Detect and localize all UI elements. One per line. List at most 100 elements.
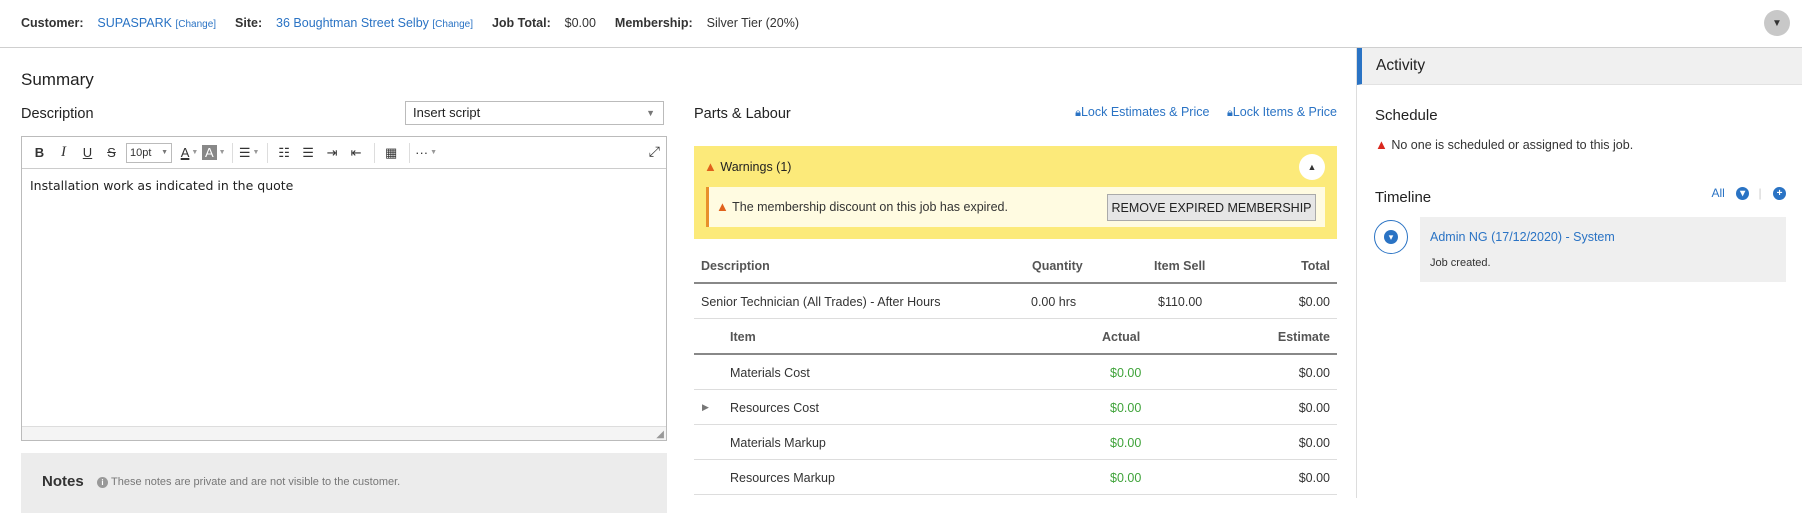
description-editor[interactable]: B I U S 10pt ▼ A ▼ A ▼ ☰ ▼ ☷ ☰ ⇥ ⇤ ▦ ··· ▼ ⤢…	[21, 136, 667, 441]
font-size-select[interactable]: 10pt ▼	[126, 142, 172, 163]
col-description: Description	[701, 259, 770, 273]
sub-item: Materials Markup	[730, 436, 826, 450]
text-color-button[interactable]: A ▼	[178, 142, 201, 164]
bullet-list-button[interactable]: ☷	[273, 142, 296, 164]
timeline-entry: Admin NG (17/12/2020) - System Job creat…	[1420, 217, 1786, 282]
col-actual: Actual	[1102, 330, 1141, 344]
table-row[interactable]: Senior Technician (All Trades) - After H…	[694, 284, 1337, 319]
fullscreen-icon[interactable]: ⤢	[649, 143, 660, 160]
timeline-node: ▾	[1374, 220, 1408, 254]
align-left-icon: ☰	[238, 144, 251, 160]
sub-actual: $0.00	[1110, 401, 1142, 415]
warnings-title: Warnings (1)	[720, 160, 792, 174]
sub-actual: $0.00	[1110, 366, 1142, 380]
membership-label: Membership:	[614, 16, 693, 30]
insert-script-value: Insert script	[413, 105, 481, 120]
job-total-value: $0.00	[564, 16, 596, 30]
italic-button[interactable]: I	[52, 142, 75, 164]
timeline-filter-all[interactable]: All	[1712, 186, 1725, 200]
warning-icon: ▲	[1375, 137, 1388, 152]
header-collapse-button[interactable]: ▼	[1764, 10, 1790, 36]
lock-estimates-label: Lock Estimates & Price	[1080, 105, 1210, 119]
background-color-icon: A	[202, 145, 217, 160]
line-description: Senior Technician (All Trades) - After H…	[701, 295, 941, 309]
bullet-list-icon: ☷	[278, 144, 290, 160]
activity-header: Activity	[1357, 48, 1802, 85]
notes-title: Notes	[42, 473, 84, 490]
sub-estimate: $0.00	[1298, 366, 1330, 380]
sub-item: Materials Cost	[730, 366, 810, 380]
font-size-value: 10pt	[130, 146, 152, 159]
add-icon[interactable]: +	[1773, 187, 1786, 201]
notes-hint: i These notes are private and are not vis…	[97, 476, 400, 488]
sub-actual: $0.00	[1110, 436, 1142, 450]
lock-estimates-link[interactable]: 🔒︎Lock Estimates & Price	[1075, 105, 1209, 119]
strikethrough-button[interactable]: S	[100, 142, 123, 164]
timeline-entry-author[interactable]: Admin NG (17/12/2020) - System	[1430, 230, 1615, 244]
line-item-sell: $110.00	[1158, 295, 1203, 309]
sub-actual: $0.00	[1110, 471, 1142, 485]
warning-item: ▲ The membership discount on this job ha…	[706, 187, 1325, 227]
notes-panel: Notes i These notes are private and are n…	[21, 453, 667, 513]
background-color-button[interactable]: A ▼	[202, 142, 226, 164]
site-link[interactable]: 36 Boughtman Street Selby	[276, 16, 429, 30]
editor-content[interactable]: Installation work as indicated in the qu…	[22, 169, 666, 202]
job-info: Customer: SUPASPARK [Change] Site: 36 Bo…	[21, 16, 799, 30]
col-estimate: Estimate	[1277, 330, 1330, 344]
timeline-controls: All ▾ | +	[1712, 186, 1786, 201]
lock-items-label: Lock Items & Price	[1232, 105, 1337, 119]
activity-panel: Activity Schedule ▲ No one is scheduled …	[1356, 48, 1802, 498]
parts-labour-table: Description Quantity Item Sell Total Sen…	[694, 248, 1337, 495]
activity-title: Activity	[1376, 57, 1426, 74]
info-icon: i	[97, 477, 108, 488]
warnings-panel: ▲ Warnings (1) ▲ ▲ The membership discou…	[694, 146, 1337, 239]
warnings-collapse-button[interactable]: ▲	[1299, 154, 1325, 180]
indent-button[interactable]: ⇥	[321, 142, 344, 164]
bold-button[interactable]: B	[28, 142, 51, 164]
notes-hint-text: These notes are private and are not visi…	[111, 476, 401, 488]
outdent-button[interactable]: ⇤	[345, 142, 368, 164]
schedule-message: ▲ No one is scheduled or assigned to thi…	[1375, 137, 1633, 152]
schedule-title: Schedule	[1375, 107, 1438, 124]
customer-link[interactable]: SUPASPARK	[97, 16, 172, 30]
expand-icon[interactable]: ▶	[702, 402, 709, 413]
summary-title: Summary	[21, 70, 94, 89]
remove-expired-membership-button[interactable]: REMOVE EXPIRED MEMBERSHIP	[1107, 194, 1316, 221]
more-button[interactable]: ··· ▼	[415, 142, 438, 164]
col-item: Item	[730, 330, 756, 344]
sub-estimate: $0.00	[1298, 471, 1330, 485]
warning-message: ▲ The membership discount on this job ha…	[716, 199, 1008, 214]
insert-script-select[interactable]: Insert script ▼	[405, 101, 664, 125]
underline-button[interactable]: U	[76, 142, 99, 164]
schedule-message-text: No one is scheduled or assigned to this …	[1391, 138, 1634, 152]
filter-icon[interactable]: ▾	[1736, 187, 1750, 201]
line-total: $0.00	[1298, 295, 1330, 309]
table-row: Resources Markup $0.00 $0.00	[694, 460, 1337, 495]
table-button[interactable]: ▦	[380, 142, 403, 164]
customer-change-link[interactable]: [Change]	[175, 19, 216, 30]
indent-icon: ⇥	[326, 144, 338, 160]
chevron-up-icon: ▲	[1307, 162, 1317, 172]
table-row[interactable]: ▶ Resources Cost $0.00 $0.00	[694, 390, 1337, 425]
lock-links: 🔒︎Lock Estimates & Price 🔒︎Lock Items & …	[1061, 105, 1337, 120]
table-row: Materials Cost $0.00 $0.00	[694, 355, 1337, 390]
numbered-list-button[interactable]: ☰	[297, 142, 320, 164]
caret-down-icon: ▼	[646, 108, 655, 118]
col-quantity: Quantity	[1032, 259, 1083, 273]
resize-grip-icon[interactable]: ◢	[656, 429, 664, 440]
lock-items-link[interactable]: 🔒︎Lock Items & Price	[1227, 105, 1337, 119]
sub-item: Resources Markup	[730, 471, 835, 485]
table-row: Materials Markup $0.00 $0.00	[694, 425, 1337, 460]
editor-statusbar: ◢	[22, 426, 666, 440]
align-button[interactable]: ☰ ▼	[238, 142, 261, 164]
line-quantity: 0.00 hrs	[1031, 295, 1077, 309]
warning-message-text: The membership discount on this job has …	[732, 200, 1008, 214]
outdent-icon: ⇤	[350, 144, 362, 160]
editor-toolbar: B I U S 10pt ▼ A ▼ A ▼ ☰ ▼ ☷ ☰ ⇥ ⇤ ▦ ··· ▼ ⤢	[22, 137, 666, 169]
warnings-header[interactable]: ▲ Warnings (1)	[704, 159, 791, 174]
site-change-link[interactable]: [Change]	[432, 19, 473, 30]
text-color-icon: A	[180, 145, 190, 160]
more-icon: ···	[415, 145, 429, 160]
description-label: Description	[21, 106, 94, 122]
caret-down-icon: ▼	[161, 149, 168, 156]
